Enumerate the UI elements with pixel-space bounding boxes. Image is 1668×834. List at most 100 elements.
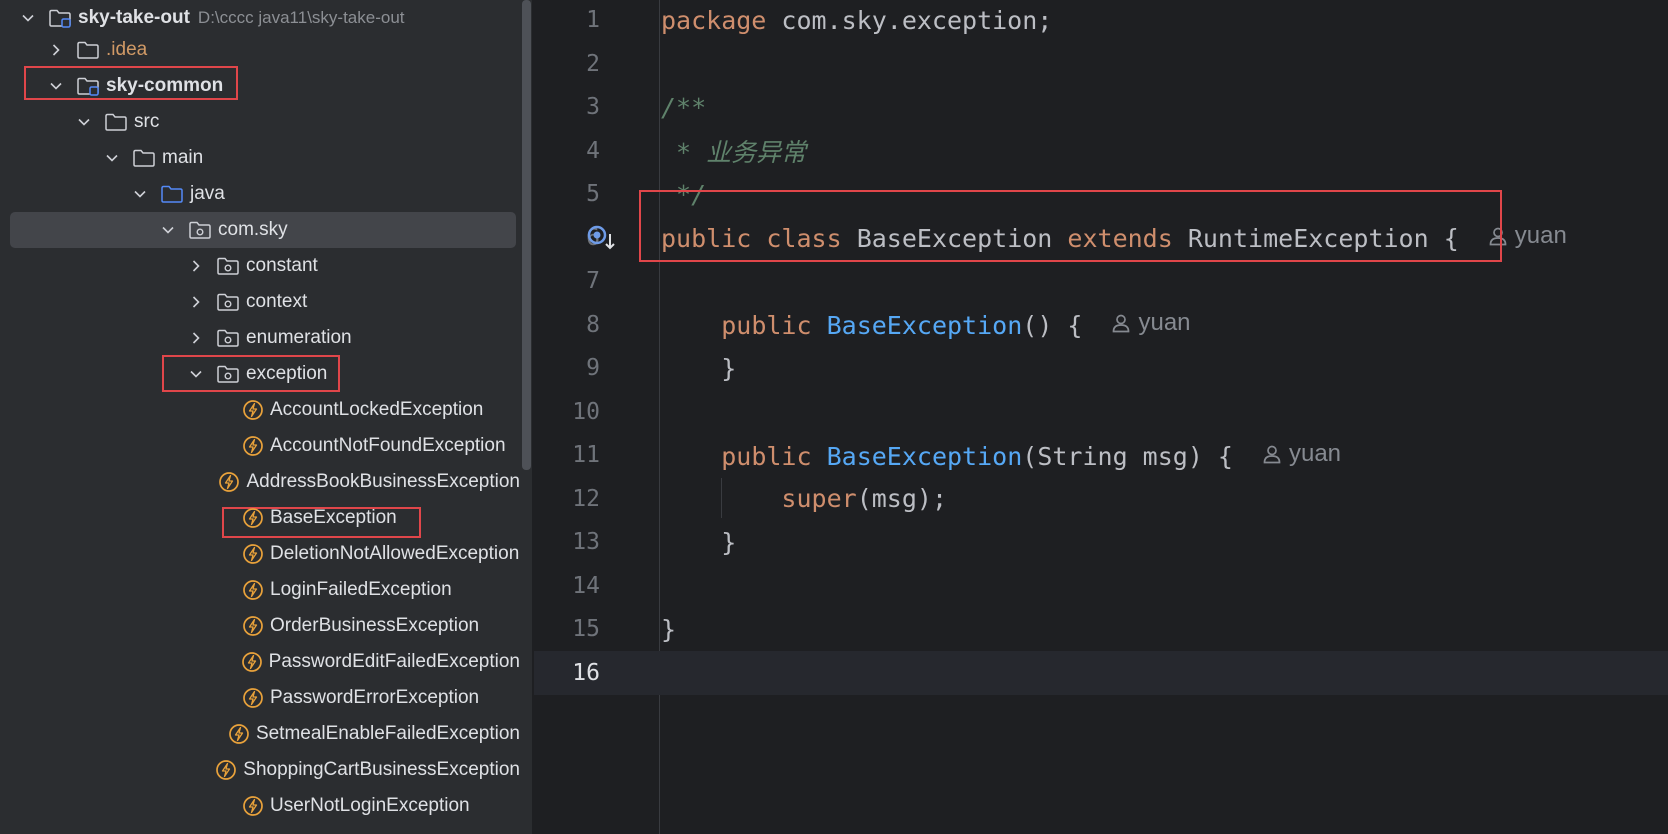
code-line[interactable]: 4 * 业务异常 [534, 129, 1668, 173]
line-number: 2 [586, 50, 600, 77]
code-line[interactable]: 12 super(msg); [534, 477, 1668, 521]
code-token: BaseException [841, 224, 1068, 253]
chevron-right-icon[interactable] [188, 330, 204, 346]
package-icon [216, 328, 240, 348]
chevron-down-icon[interactable] [188, 366, 204, 382]
tree-item-module[interactable]: sky-take-out D:\cccc java11\sky-take-out [0, 0, 520, 36]
tree-item-source-folder[interactable]: java [0, 176, 520, 212]
tree-scrollbar-thumb[interactable] [522, 0, 531, 470]
tree-item-label: sky-take-out [78, 7, 190, 28]
tree-item-label: src [134, 111, 160, 132]
module-icon [48, 8, 72, 28]
tree-item-class[interactable]: BaseException [0, 500, 520, 536]
folder-icon [104, 112, 128, 132]
tree-item-class[interactable]: AddressBookBusinessException [0, 464, 520, 500]
code-line[interactable]: 15} [534, 607, 1668, 651]
code-line[interactable]: 7 [534, 259, 1668, 303]
chevron-down-icon[interactable] [160, 222, 176, 238]
code-token: BaseException [826, 311, 1023, 340]
tree-item-label: AccountNotFoundException [270, 435, 506, 456]
tree-item-class[interactable]: AccountLockedException [0, 392, 520, 428]
code-text: * 业务异常 [661, 133, 806, 169]
tree-item-class[interactable]: AccountNotFoundException [0, 428, 520, 464]
line-number: 3 [586, 94, 600, 120]
tree-item-class[interactable]: OrderBusinessException [0, 608, 520, 644]
tree-item-class[interactable]: SetmealEnableFailedException [0, 716, 520, 752]
project-path: D:\cccc java11\sky-take-out [197, 8, 405, 27]
code-text: public BaseException() {yuan [661, 309, 1191, 340]
author-name: yuan [1138, 309, 1191, 336]
tree-item-label: java [190, 183, 225, 204]
code-line[interactable]: 8 public BaseException() {yuan [534, 303, 1668, 347]
tree-item-package[interactable]: context [0, 284, 520, 320]
code-token: package [661, 5, 767, 35]
tree-item-class[interactable]: PasswordEditFailedException [0, 644, 520, 680]
tree-item-package[interactable]: enumeration [0, 320, 520, 356]
exception-class-icon [242, 579, 264, 601]
tree-item-folder[interactable]: src [0, 104, 520, 140]
code-line[interactable]: 3 /** [534, 85, 1668, 129]
code-line[interactable]: 5 */ [534, 172, 1668, 216]
author-hint[interactable]: yuan [1487, 222, 1567, 250]
code-text: super(msg); [661, 484, 947, 513]
chevron-right-icon[interactable] [48, 42, 64, 58]
code-text: } [661, 354, 736, 383]
code-line[interactable]: 6 public class BaseException extends Runt… [534, 216, 1668, 260]
author-hint[interactable]: yuan [1110, 309, 1191, 337]
tree-item-label: com.sky [218, 219, 288, 240]
chevron-down-icon[interactable] [132, 186, 148, 202]
author-hint[interactable]: yuan [1261, 440, 1341, 468]
code-line[interactable]: 11 public BaseException(String msg) {yua… [534, 433, 1668, 477]
tree-item-label: OrderBusinessException [270, 615, 480, 636]
person-icon [1261, 443, 1289, 465]
author-name: yuan [1288, 439, 1342, 467]
exception-class-icon [242, 615, 264, 637]
tree-item-module[interactable]: sky-common [0, 68, 520, 104]
line-number: 16 [572, 659, 600, 686]
tree-item-folder[interactable]: .idea [0, 32, 520, 68]
code-line[interactable]: 1 package com.sky.exception; [534, 0, 1668, 42]
code-line[interactable]: 14 [534, 564, 1668, 608]
code-token: () { [1022, 311, 1083, 340]
tree-item-label: DeletionNotAllowedException [270, 543, 520, 564]
tree-item-class[interactable]: ShoppingCartBusinessException [0, 752, 520, 788]
folder-icon [76, 40, 100, 60]
tree-item-label: PasswordErrorException [270, 687, 480, 708]
tree-item-class[interactable]: UserNotLoginException [0, 788, 520, 824]
exception-class-icon [242, 399, 264, 421]
chevron-right-icon[interactable] [188, 294, 204, 310]
tree-item-label: UserNotLoginException [270, 795, 470, 816]
code-line[interactable]: 13 } [534, 520, 1668, 564]
code-token: (msg); [856, 484, 947, 513]
code-line[interactable]: 2 [534, 42, 1668, 86]
tree-item-label: AddressBookBusinessException [246, 471, 520, 492]
code-text: } [661, 528, 736, 557]
code-line[interactable]: 16 [534, 650, 1668, 695]
chevron-down-icon[interactable] [104, 150, 120, 166]
tree-item-class[interactable]: DeletionNotAllowedException [0, 536, 520, 572]
chevron-down-icon[interactable] [20, 10, 36, 26]
tree-item-package[interactable]: constant [0, 248, 520, 284]
exception-class-icon [241, 651, 263, 673]
chevron-down-icon[interactable] [76, 114, 92, 130]
exception-class-icon [242, 435, 264, 457]
tree-item-folder[interactable]: main [0, 140, 520, 176]
tree-item-package[interactable]: com.sky [0, 212, 520, 248]
implemented-override-icon[interactable] [585, 222, 619, 252]
tree-item-package[interactable]: exception [0, 356, 520, 392]
chevron-down-icon[interactable] [48, 78, 64, 94]
code-token: } [661, 614, 677, 644]
folder-icon [160, 184, 184, 204]
tree-item-label: PasswordEditFailedException [268, 651, 520, 672]
tree-item-class[interactable]: PasswordErrorException [0, 680, 520, 716]
chevron-right-icon[interactable] [188, 258, 204, 274]
exception-class-icon [242, 687, 264, 709]
code-text: package com.sky.exception; [661, 6, 1052, 35]
code-token: * 业务异常 [661, 137, 807, 167]
exception-class-icon [242, 543, 264, 565]
code-line[interactable]: 9 } [534, 346, 1668, 390]
tree-item-class[interactable]: LoginFailedException [0, 572, 520, 608]
code-line[interactable]: 10 [534, 390, 1668, 434]
